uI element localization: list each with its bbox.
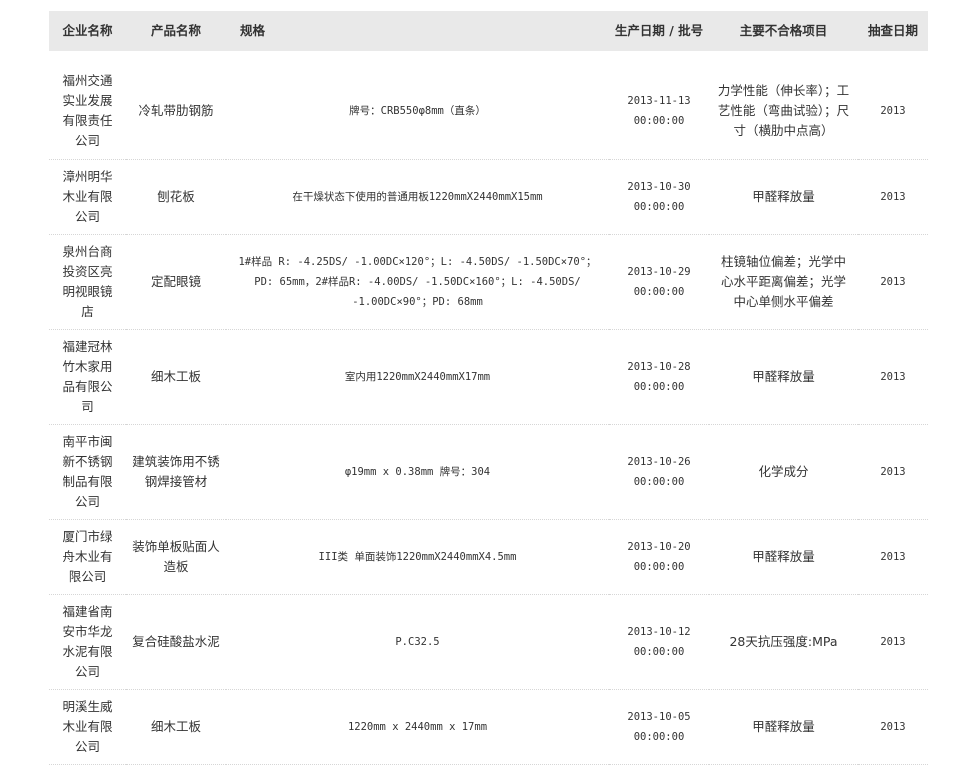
table-row: 泉州台商投资区亮明视眼镜店 定配眼镜 1#样品 R: -4.25DS/ -1.0… <box>49 234 928 329</box>
date-value: 2013-10-29 <box>627 265 691 278</box>
cell-product: 细木工板 <box>150 718 201 734</box>
table-row: 漳州明华木业有限公司 刨花板 在干燥状态下使用的普通用板1220mmX2440m… <box>49 159 928 234</box>
time-value: 00:00:00 <box>633 475 685 488</box>
table-row: 明溪生威木业有限公司 细木工板 1220mm x 2440mm x 17mm 2… <box>49 689 928 764</box>
table-row: 福州交通实业发展有限责任公司 冷轧带肋钢筋 牌号：CRB550φ8mm（直条） … <box>49 64 928 159</box>
cell-year: 2013 <box>880 105 906 118</box>
cell-date: 2013-10-20 00:00:00 <box>609 519 709 594</box>
cell-spec: 室内用1220mmX2440mmX17mm <box>344 370 491 383</box>
table-row: 福建冠林竹木家用品有限公司 细木工板 室内用1220mmX2440mmX17mm… <box>49 329 928 424</box>
cell-year: 2013 <box>880 370 906 383</box>
time-value: 00:00:00 <box>633 285 685 298</box>
time-value: 00:00:00 <box>633 730 685 743</box>
cell-spec: 1220mm x 2440mm x 17mm <box>347 720 488 733</box>
header-spacer <box>49 51 928 64</box>
header-issue: 主要不合格项目 <box>739 23 828 38</box>
time-value: 00:00:00 <box>633 115 685 128</box>
cell-issue: 力学性能（伸长率）；工艺性能（弯曲试验）；尺寸（横肋中点高） <box>717 83 850 139</box>
cell-issue: 化学成分 <box>758 463 809 479</box>
cell-year: 2013 <box>880 550 906 563</box>
cell-date: 2013-10-26 00:00:00 <box>609 424 709 519</box>
cell-company: 福州交通实业发展有限责任公司 <box>62 73 113 149</box>
date-value: 2013-10-26 <box>627 455 691 468</box>
cell-year: 2013 <box>880 635 906 648</box>
table-row: 厦门市绿舟木业有限公司 装饰单板贴面人造板 III类 单面装饰1220mmX24… <box>49 519 928 594</box>
cell-product: 细木工板 <box>150 368 201 384</box>
cell-spec: φ19mm x 0.38mm 牌号：304 <box>344 465 491 478</box>
date-value: 2013-10-20 <box>627 540 691 553</box>
time-value: 00:00:00 <box>633 200 685 213</box>
time-value: 00:00:00 <box>633 560 685 573</box>
cell-product: 复合硅酸盐水泥 <box>132 633 220 649</box>
cell-year: 2013 <box>880 465 906 478</box>
time-value: 00:00:00 <box>633 645 685 658</box>
header-row: 企业名称 产品名称 规格 生产日期 / 批号 主要不合格项目 抽查日期 <box>49 11 928 51</box>
table-row: 南平市闽新不锈钢制品有限公司 建筑装饰用不锈钢焊接管材 φ19mm x 0.38… <box>49 424 928 519</box>
cell-date: 2013-11-13 00:00:00 <box>609 64 709 159</box>
cell-year: 2013 <box>880 190 906 203</box>
table-body: 福州交通实业发展有限责任公司 冷轧带肋钢筋 牌号：CRB550φ8mm（直条） … <box>49 64 928 764</box>
inspection-table: 企业名称 产品名称 规格 生产日期 / 批号 主要不合格项目 抽查日期 福州交通… <box>49 11 928 765</box>
cell-date: 2013-10-05 00:00:00 <box>609 689 709 764</box>
cell-product: 装饰单板贴面人造板 <box>132 538 220 574</box>
cell-issue: 甲醛释放量 <box>752 368 815 384</box>
cell-issue: 柱镜轴位偏差；光学中心水平距离偏差；光学中心单侧水平偏差 <box>720 253 846 309</box>
cell-company: 福建冠林竹木家用品有限公司 <box>62 338 113 414</box>
date-value: 2013-10-28 <box>627 360 691 373</box>
cell-issue: 甲醛释放量 <box>752 718 815 734</box>
header-spec: 规格 <box>240 23 266 38</box>
header-company: 企业名称 <box>62 23 113 38</box>
cell-company: 泉州台商投资区亮明视眼镜店 <box>62 243 113 319</box>
cell-spec: 牌号：CRB550φ8mm（直条） <box>349 105 486 118</box>
time-value: 00:00:00 <box>633 380 685 393</box>
cell-product: 建筑装饰用不锈钢焊接管材 <box>132 453 220 489</box>
cell-issue: 28天抗压强度:MPa <box>729 633 838 649</box>
cell-year: 2013 <box>880 275 906 288</box>
header-product: 产品名称 <box>150 23 201 38</box>
cell-spec: III类 单面装饰1220mmX2440mmX4.5mm <box>318 550 517 563</box>
header-date: 生产日期 / 批号 <box>614 23 704 38</box>
cell-spec: 在干燥状态下使用的普通用板1220mmX2440mmX15mm <box>292 190 543 203</box>
cell-company: 明溪生威木业有限公司 <box>62 698 113 754</box>
date-value: 2013-11-13 <box>627 95 691 108</box>
cell-product: 定配眼镜 <box>150 273 201 289</box>
cell-date: 2013-10-12 00:00:00 <box>609 594 709 689</box>
cell-company: 福建省南安市华龙水泥有限公司 <box>62 603 113 679</box>
cell-date: 2013-10-28 00:00:00 <box>609 329 709 424</box>
table-row: 福建省南安市华龙水泥有限公司 复合硅酸盐水泥 P.C32.5 2013-10-1… <box>49 594 928 689</box>
date-value: 2013-10-12 <box>627 625 691 638</box>
cell-date: 2013-10-30 00:00:00 <box>609 159 709 234</box>
cell-issue: 甲醛释放量 <box>752 548 815 564</box>
date-value: 2013-10-05 <box>627 710 691 723</box>
header-year: 抽查日期 <box>867 23 918 38</box>
cell-company: 南平市闽新不锈钢制品有限公司 <box>62 433 113 509</box>
cell-spec: P.C32.5 <box>395 635 440 648</box>
date-value: 2013-10-30 <box>627 180 691 193</box>
cell-product: 刨花板 <box>157 188 195 204</box>
table-header: 企业名称 产品名称 规格 生产日期 / 批号 主要不合格项目 抽查日期 <box>49 11 928 64</box>
cell-issue: 甲醛释放量 <box>752 188 815 204</box>
cell-year: 2013 <box>880 720 906 733</box>
cell-company: 厦门市绿舟木业有限公司 <box>62 528 113 584</box>
cell-company: 漳州明华木业有限公司 <box>62 168 113 224</box>
cell-date: 2013-10-29 00:00:00 <box>609 234 709 329</box>
cell-product: 冷轧带肋钢筋 <box>138 103 214 119</box>
cell-spec: 1#样品 R: -4.25DS/ -1.00DC×120°；L: -4.50DS… <box>238 255 597 308</box>
